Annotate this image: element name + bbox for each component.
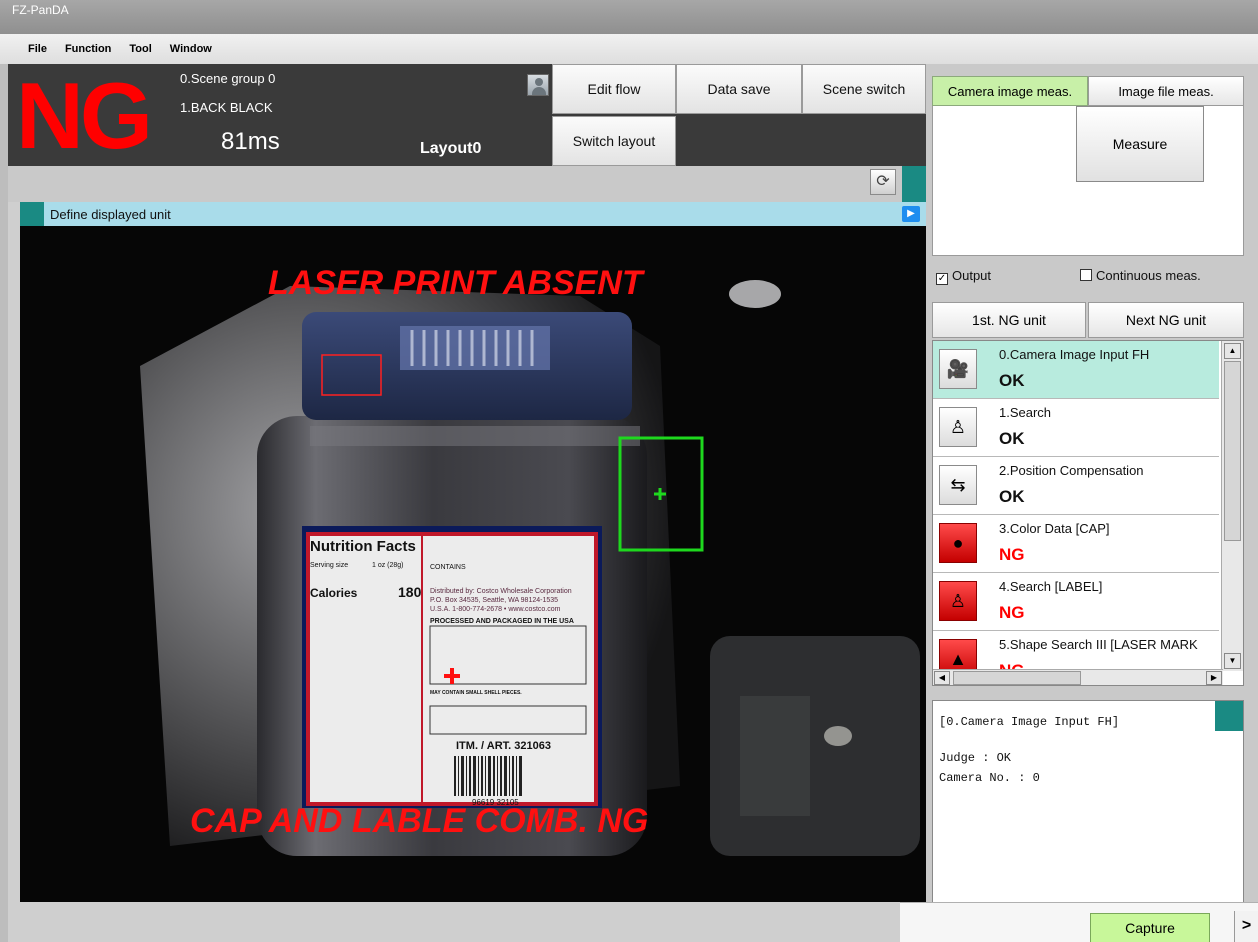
zoom-refresh-icon[interactable]: ⟳ [870, 169, 896, 195]
label-distributed: Distributed by: Costco Wholesale Corpora… [430, 588, 572, 595]
app-window: FZ-PanDA File Function Tool Window NG 0.… [0, 0, 1258, 942]
edit-flow-button[interactable]: Edit flow [552, 64, 676, 114]
search-unit-icon: ♙ [939, 581, 977, 621]
title-bar: FZ-PanDA [0, 0, 1258, 34]
label-item-number: ITM. / ART. 321063 [456, 740, 551, 752]
scene-name-label: 1.BACK BLACK [180, 100, 273, 115]
label-processed: PROCESSED AND PACKAGED IN THE USA [430, 618, 574, 625]
camera-image-view[interactable]: Nutrition Facts Serving size 1 oz (28g) … [20, 226, 926, 902]
label-calories: Calories [310, 586, 358, 600]
position-compensation-icon: ⇆ [939, 465, 977, 505]
scroll-thumb[interactable] [953, 671, 1081, 685]
unit-judge: OK [999, 429, 1025, 448]
capture-button[interactable]: Capture [1090, 913, 1210, 942]
unit-judge: NG [999, 545, 1025, 564]
menu-tool[interactable]: Tool [129, 43, 151, 55]
unit-detail-panel: [0.Camera Image Input FH] Judge : OK Cam… [932, 700, 1244, 912]
overall-judge: NG [16, 63, 153, 168]
expand-panel-icon[interactable]: ▶ [902, 206, 920, 222]
app-title: FZ-PanDA [12, 3, 69, 17]
list-item[interactable]: ♙ 4.Search [LABEL] NG [933, 573, 1219, 631]
output-options: ✓ Output Continuous meas. [932, 264, 1244, 288]
measure-button[interactable]: Measure [1076, 106, 1204, 182]
overlay-laser-print-absent: LASER PRINT ABSENT [268, 264, 643, 302]
scene-group-label: 0.Scene group 0 [180, 71, 276, 86]
detail-title: [0.Camera Image Input FH] [939, 715, 1120, 729]
label-may-contain: MAY CONTAIN SMALL SHELL PIECES. [430, 690, 522, 696]
menu-function[interactable]: Function [65, 43, 111, 55]
unit-name: 0.Camera Image Input FH [999, 347, 1150, 362]
label-phone: U.S.A. 1-800-774-2678 • www.costco.com [430, 606, 561, 613]
list-item[interactable]: 🎥 0.Camera Image Input FH OK [933, 341, 1219, 399]
next-ng-unit-button[interactable]: Next NG unit [1088, 302, 1244, 338]
label-serving-value: 1 oz (28g) [372, 562, 404, 569]
more-button[interactable]: > [1234, 911, 1258, 942]
continuous-meas-checkbox[interactable]: Continuous meas. [1080, 268, 1201, 283]
unit-name: 5.Shape Search III [LASER MARK [999, 637, 1198, 652]
status-panel: NG 0.Scene group 0 1.BACK BLACK 81ms Lay… [8, 64, 552, 166]
unit-list: 🎥 0.Camera Image Input FH OK ♙ 1.Search … [932, 340, 1244, 686]
label-address: P.O. Box 34535, Seattle, WA 98124-1535 [430, 597, 559, 604]
checkbox-unchecked-icon [1080, 269, 1092, 281]
scene-switch-button[interactable]: Scene switch [802, 64, 926, 114]
tab-image-file-meas[interactable]: Image file meas. [1088, 76, 1244, 106]
list-item[interactable]: ♙ 1.Search OK [933, 399, 1219, 457]
unit-name: 1.Search [999, 405, 1052, 420]
label-calories-value: 180 [398, 584, 422, 600]
image-toolbar: ⟳ [8, 166, 926, 202]
unit-name: 2.Position Compensation [999, 463, 1144, 478]
continuous-meas-label: Continuous meas. [1096, 268, 1201, 283]
unit-name: 3.Color Data [CAP] [999, 521, 1110, 536]
unit-judge: OK [999, 371, 1025, 390]
status-bar [8, 902, 900, 942]
first-ng-unit-button[interactable]: 1st. NG unit [932, 302, 1086, 338]
menu-window[interactable]: Window [170, 43, 212, 55]
vertical-scrollbar[interactable]: ▲ ▼ [1221, 341, 1243, 671]
menu-bar: File Function Tool Window [0, 34, 1258, 64]
label-contains: CONTAINS [430, 564, 466, 571]
switch-layout-button[interactable]: Switch layout [552, 116, 676, 166]
horizontal-scrollbar[interactable]: ◀ ▶ [933, 669, 1223, 685]
scroll-thumb[interactable] [1224, 361, 1241, 541]
label-heading: Nutrition Facts [310, 538, 416, 555]
toolbar-buttons: Edit flow Data save Scene switch Switch … [552, 64, 926, 166]
processing-time: 81ms [221, 128, 280, 155]
output-label: Output [952, 268, 992, 283]
unit-judge: OK [999, 487, 1025, 506]
panel-handle-square[interactable] [20, 202, 44, 226]
color-data-icon: ● [939, 523, 977, 563]
image-panel-header: Define displayed unit ▶ [20, 202, 926, 226]
scroll-up-icon[interactable]: ▲ [1224, 343, 1241, 359]
list-item[interactable]: ● 3.Color Data [CAP] NG [933, 515, 1219, 573]
user-icon[interactable] [527, 74, 549, 96]
tab-camera-image-meas[interactable]: Camera image meas. [932, 76, 1088, 106]
unit-name: 4.Search [LABEL] [999, 579, 1103, 594]
measurement-panel: Camera image meas. Image file meas. Meas… [926, 64, 1258, 914]
camera-icon: 🎥 [939, 349, 977, 389]
detail-camera: Camera No. : 0 [939, 771, 1040, 785]
scroll-right-icon[interactable]: ▶ [1206, 671, 1222, 685]
scroll-left-icon[interactable]: ◀ [934, 671, 950, 685]
search-unit-icon: ♙ [939, 407, 977, 447]
output-checkbox[interactable]: ✓ Output [936, 268, 991, 285]
list-item[interactable]: ⇆ 2.Position Compensation OK [933, 457, 1219, 515]
scroll-down-icon[interactable]: ▼ [1224, 653, 1241, 669]
image-panel-title: Define displayed unit [50, 207, 171, 222]
detail-judge: Judge : OK [939, 751, 1012, 765]
label-serving: Serving size [310, 562, 349, 569]
checkbox-checked-icon: ✓ [936, 273, 948, 285]
unit-judge: NG [999, 603, 1025, 622]
panel-handle[interactable] [902, 166, 926, 202]
data-save-button[interactable]: Data save [676, 64, 802, 114]
panel-handle[interactable] [1215, 701, 1243, 731]
ng-navigation: 1st. NG unit Next NG unit [932, 302, 1244, 338]
layout-name: Layout0 [420, 140, 482, 157]
overlay-cap-label-comb-ng: CAP AND LABLE COMB. NG [190, 802, 649, 840]
menu-file[interactable]: File [28, 43, 47, 55]
capture-bar: Capture > [900, 902, 1258, 942]
left-edge [0, 64, 8, 942]
